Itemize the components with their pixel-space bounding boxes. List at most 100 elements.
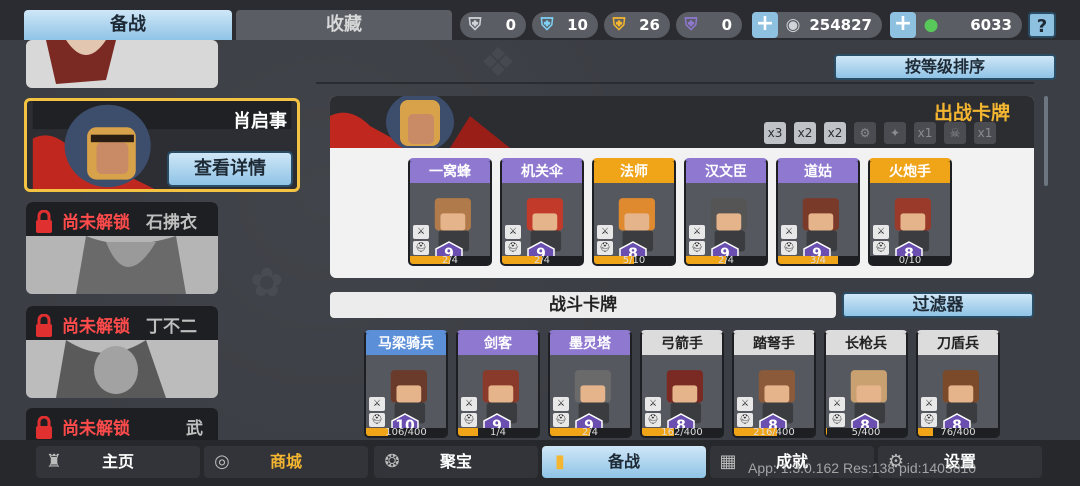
unit-name: 踏弩手 [734, 333, 814, 355]
skill-icons: ⚔ ⛑ [369, 397, 387, 429]
deck-slot-icon: x1 [974, 122, 996, 144]
hero-card[interactable] [26, 40, 218, 88]
unit-name: 剑客 [458, 333, 538, 355]
sword-icon: ⚔ [461, 397, 477, 411]
lock-icon [36, 416, 52, 439]
sword-icon: ⚔ [645, 397, 661, 411]
nav-prep[interactable]: ▮ 备战 [542, 446, 706, 478]
unit-card[interactable]: 刀盾兵 ⚔ ⛑ 8 76/400 [916, 330, 1000, 438]
resource-purple-shield: ⛨ 0 [676, 12, 742, 38]
add-coins-button[interactable]: + [752, 12, 778, 38]
deck-slot-icon: ☠ [944, 122, 966, 144]
unit-card[interactable]: 踏弩手 ⚔ ⛑ 8 216/400 [732, 330, 816, 438]
unit-name: 一窝蜂 [410, 161, 490, 183]
unit-count: 2/4 [717, 255, 735, 266]
unit-card[interactable]: 火炮手 ⚔ ⛑ 8 0/10 [868, 158, 952, 266]
skill-icons: ⚔ ⛑ [505, 225, 523, 257]
nav-label: 主页 [101, 452, 134, 471]
helmet-icon: ⛑ [873, 241, 889, 255]
unit-card[interactable]: 剑客 ⚔ ⛑ 9 1/4 [456, 330, 540, 438]
sword-icon: ⚔ [829, 397, 845, 411]
sword-icon: ⚔ [689, 225, 705, 239]
unit-card[interactable]: 一窝蜂 ⚔ ⛑ 9 2/4 [408, 158, 492, 266]
skill-icons: ⚔ ⛑ [781, 225, 799, 257]
unit-name: 火炮手 [870, 161, 950, 183]
nav-home[interactable]: ♜ 主页 [36, 446, 200, 478]
locked-label: 尚未解锁 [62, 213, 130, 233]
skill-icons: ⚔ ⛑ [597, 225, 615, 257]
unit-name: 马梁骑兵 [366, 333, 446, 355]
unit-count: 76/400 [940, 427, 976, 438]
hero-list[interactable]: 肖启事 查看详情 尚未解锁 石拂衣 尚未解锁 丁不二 尚未解锁 武 [0, 40, 310, 440]
unit-name: 道姑 [778, 161, 858, 183]
deck-slot-icon: x2 [794, 122, 816, 144]
nav-label: 备战 [607, 452, 640, 471]
hero-card-locked[interactable]: 尚未解锁 石拂衣 [26, 202, 218, 294]
nav-label: 聚宝 [439, 452, 472, 471]
skill-icons: ⚔ ⛑ [737, 397, 755, 429]
currency-value: 6033 [970, 16, 1012, 34]
unit-card[interactable]: 汉文臣 ⚔ ⛑ 9 2/4 [684, 158, 768, 266]
unit-card[interactable]: 法师 ⚔ ⛑ 8 5/10 [592, 158, 676, 266]
nav-treasure[interactable]: ❂ 聚宝 [374, 446, 538, 478]
game-screen: ✦ ⚔ ✿ ❖ 备战 收藏 ⛨ 0 ⛨ 10 ⛨ 26 ⛨ 0 + ◉ 2548… [0, 0, 1080, 486]
helmet-icon: ⛑ [781, 241, 797, 255]
resource-value: 0 [505, 16, 516, 34]
bg-pattern: ❖ [480, 40, 516, 86]
unit-card[interactable]: 长枪兵 ⚔ ⛑ 8 5/400 [824, 330, 908, 438]
helmet-icon: ⛑ [645, 413, 661, 427]
lock-icon [36, 210, 52, 233]
currency-value: 254827 [809, 16, 872, 34]
deck-header: 出战卡牌 x3 x2 x2 ⚙ ✦ x1 ☠ x1 [330, 96, 1034, 148]
skill-icons: ⚔ ⛑ [645, 397, 663, 429]
filter-button[interactable]: 过滤器 [842, 292, 1034, 318]
green-gem-icon: ● [923, 15, 939, 35]
deck-slot-icon: x1 [914, 122, 936, 144]
unit-count: 106/400 [385, 427, 427, 438]
nav-shop[interactable]: ◎ 商城 [204, 446, 368, 478]
hero-card-locked[interactable]: 尚未解锁 武 [26, 408, 218, 440]
top-bar: 备战 收藏 ⛨ 0 ⛨ 10 ⛨ 26 ⛨ 0 + ◉ 254827 + ● 6… [0, 0, 1080, 40]
unit-card[interactable]: 马梁骑兵 ⚔ ⛑ 10 106/400 [364, 330, 448, 438]
sort-by-level-button[interactable]: 按等级排序 [834, 54, 1056, 80]
sword-icon: ⚔ [737, 397, 753, 411]
tab-prep[interactable]: 备战 [24, 10, 232, 40]
unit-name: 长枪兵 [826, 333, 906, 355]
hero-name: 武 [186, 419, 203, 439]
hero-name: 肖启事 [233, 111, 287, 132]
add-gems-button[interactable]: + [890, 12, 916, 38]
sword-icon: ⚔ [921, 397, 937, 411]
deck-slot-icon: ⚙ [854, 122, 876, 144]
scrollbar[interactable] [1044, 96, 1048, 186]
helmet-icon: ⛑ [921, 413, 937, 427]
deck-title: 出战卡牌 [933, 102, 1010, 124]
sword-icon: ⚔ [369, 397, 385, 411]
helmet-icon: ⛑ [553, 413, 569, 427]
skill-icons: ⚔ ⛑ [873, 225, 891, 257]
hero-card-locked[interactable]: 尚未解锁 丁不二 [26, 306, 218, 398]
hero-card-selected[interactable]: 肖启事 查看详情 [24, 98, 300, 192]
currency-coins: + ◉ 254827 [752, 12, 882, 38]
unit-card[interactable]: 弓箭手 ⚔ ⛑ 8 162/400 [640, 330, 724, 438]
resource-value: 26 [639, 16, 660, 34]
unit-card[interactable]: 墨灵塔 ⚔ ⛑ 9 2/4 [548, 330, 632, 438]
build-info: App: 1.3.0.162 Res:138 pid:1403810 [748, 460, 977, 476]
unit-name: 弓箭手 [642, 333, 722, 355]
skill-icons: ⚔ ⛑ [829, 397, 847, 429]
view-details-button[interactable]: 查看详情 [167, 151, 293, 187]
sword-icon: ⚔ [413, 225, 429, 239]
skill-icons: ⚔ ⛑ [689, 225, 707, 257]
blue-shield-icon: ⛨ [540, 15, 554, 35]
unit-count: 5/10 [622, 255, 646, 266]
skill-icons: ⚔ ⛑ [413, 225, 431, 257]
deck-panel: 出战卡牌 x3 x2 x2 ⚙ ✦ x1 ☠ x1 一窝蜂 ⚔ ⛑ 9 2/4 机关伞 ⚔ ⛑ 9 2/4 法师 ⚔… [330, 96, 1034, 278]
tab-favorites[interactable]: 收藏 [236, 10, 452, 40]
help-button[interactable]: ? [1028, 12, 1056, 38]
unit-card[interactable]: 机关伞 ⚔ ⛑ 9 2/4 [500, 158, 584, 266]
unit-count: 5/400 [851, 427, 881, 438]
battle-cards-list[interactable]: 马梁骑兵 ⚔ ⛑ 10 106/400 剑客 ⚔ ⛑ 9 1/4 墨灵塔 ⚔ ⛑ 9 2/4 弓箭手 ⚔ ⛑ 8 16… [316, 324, 1036, 440]
unit-name: 汉文臣 [686, 161, 766, 183]
unit-card[interactable]: 道姑 ⚔ ⛑ 9 3/4 [776, 158, 860, 266]
skill-icons: ⚔ ⛑ [921, 397, 939, 429]
purple-shield-icon: ⛨ [684, 15, 698, 35]
